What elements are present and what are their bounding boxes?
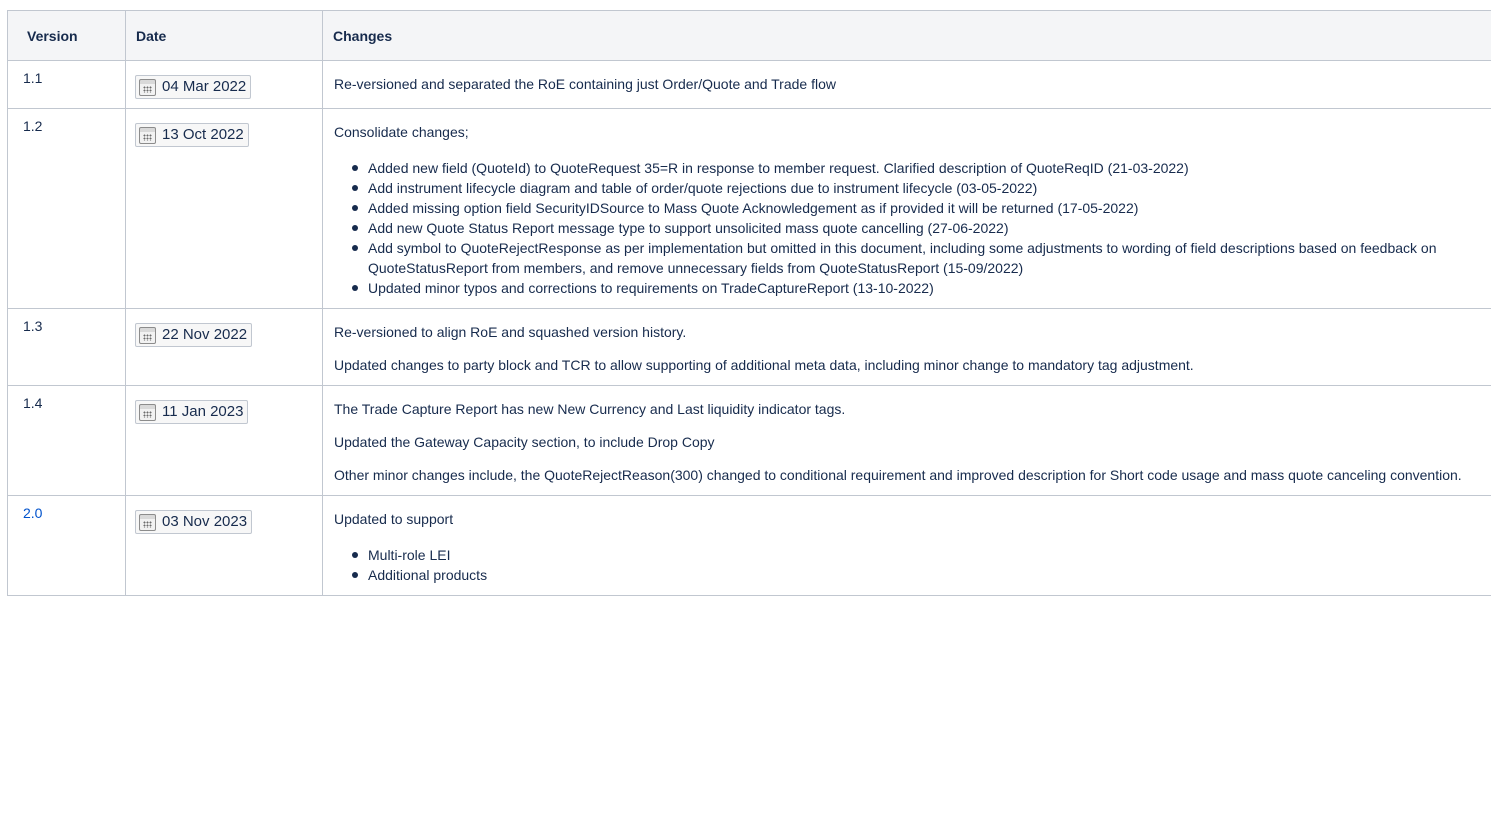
table-row: 1.4 11 Jan 2023 The Trade Capture Report…	[7, 385, 1491, 496]
date-cell: 22 Nov 2022	[125, 308, 323, 386]
date-cell: 11 Jan 2023	[125, 385, 323, 496]
version-number: 1.2	[23, 118, 43, 134]
version-number: 1.4	[23, 395, 43, 411]
change-paragraph: Re-versioned and separated the RoE conta…	[334, 76, 836, 92]
changes-cell: The Trade Capture Report has new New Cur…	[322, 385, 1491, 496]
changes-cell: Re-versioned and separated the RoE conta…	[322, 60, 1491, 109]
date-lozenge[interactable]: 22 Nov 2022	[135, 323, 253, 347]
change-paragraph: The Trade Capture Report has new New Cur…	[334, 401, 846, 417]
changes-column-header: Changes	[322, 10, 1491, 61]
version-cell: 1.4	[7, 385, 126, 496]
version-link[interactable]: 2.0	[23, 505, 42, 521]
date-lozenge[interactable]: 13 Oct 2022	[135, 123, 249, 147]
calendar-icon	[139, 513, 156, 531]
table-row: 1.1 04 Mar 2022 Re-versioned and separat…	[7, 60, 1491, 109]
table-header-row: Version Date Changes	[7, 10, 1491, 61]
changes-cell: Updated to support Multi-role LEI Additi…	[322, 495, 1491, 596]
date-column-header: Date	[125, 10, 323, 61]
date-cell: 03 Nov 2023	[125, 495, 323, 596]
version-cell: 2.0	[7, 495, 126, 596]
version-column-header: Version	[7, 10, 126, 61]
version-history-table: Version Date Changes 1.1 04 Mar 2022 Re-…	[7, 10, 1491, 596]
list-item: Added missing option field SecurityIDSou…	[352, 198, 1481, 218]
changes-cell: Re-versioned to align RoE and squashed v…	[322, 308, 1491, 386]
change-paragraph: Updated to support	[334, 511, 454, 527]
date-text: 03 Nov 2023	[162, 513, 248, 530]
change-list: Multi-role LEI Additional products	[334, 545, 1481, 585]
date-cell: 13 Oct 2022	[125, 108, 323, 309]
list-item: Add new Quote Status Report message type…	[352, 218, 1481, 238]
version-number: 1.3	[23, 318, 43, 334]
list-item: Add symbol to QuoteRejectResponse as per…	[352, 238, 1481, 278]
table-row: 1.2 13 Oct 2022 Consolidate changes; Add…	[7, 108, 1491, 309]
change-paragraph: Consolidate changes;	[334, 124, 469, 140]
date-text: 13 Oct 2022	[162, 126, 244, 143]
list-item: Add instrument lifecycle diagram and tab…	[352, 178, 1481, 198]
calendar-icon	[139, 326, 156, 344]
version-number: 1.1	[23, 70, 43, 86]
date-text: 04 Mar 2022	[162, 78, 247, 95]
version-cell: 1.2	[7, 108, 126, 309]
date-lozenge[interactable]: 03 Nov 2023	[135, 510, 253, 534]
change-paragraph: Other minor changes include, the QuoteRe…	[334, 467, 1462, 483]
calendar-icon	[139, 78, 156, 96]
calendar-icon	[139, 403, 156, 421]
date-cell: 04 Mar 2022	[125, 60, 323, 109]
list-item: Additional products	[352, 565, 1481, 585]
list-item: Multi-role LEI	[352, 545, 1481, 565]
date-text: 11 Jan 2023	[162, 403, 244, 420]
version-cell: 1.3	[7, 308, 126, 386]
table-row: 2.0 03 Nov 2023 Updated to support Multi…	[7, 495, 1491, 596]
calendar-icon	[139, 126, 156, 144]
change-paragraph: Updated the Gateway Capacity section, to…	[334, 434, 715, 450]
changes-cell: Consolidate changes; Added new field (Qu…	[322, 108, 1491, 309]
table-row: 1.3 22 Nov 2022 Re-versioned to align Ro…	[7, 308, 1491, 386]
date-text: 22 Nov 2022	[162, 326, 248, 343]
change-paragraph: Updated changes to party block and TCR t…	[334, 357, 1194, 373]
list-item: Updated minor typos and corrections to r…	[352, 278, 1481, 298]
change-list: Added new field (QuoteId) to QuoteReques…	[334, 158, 1481, 298]
date-lozenge[interactable]: 04 Mar 2022	[135, 75, 252, 99]
change-paragraph: Re-versioned to align RoE and squashed v…	[334, 324, 687, 340]
date-lozenge[interactable]: 11 Jan 2023	[135, 400, 249, 424]
version-cell: 1.1	[7, 60, 126, 109]
list-item: Added new field (QuoteId) to QuoteReques…	[352, 158, 1481, 178]
